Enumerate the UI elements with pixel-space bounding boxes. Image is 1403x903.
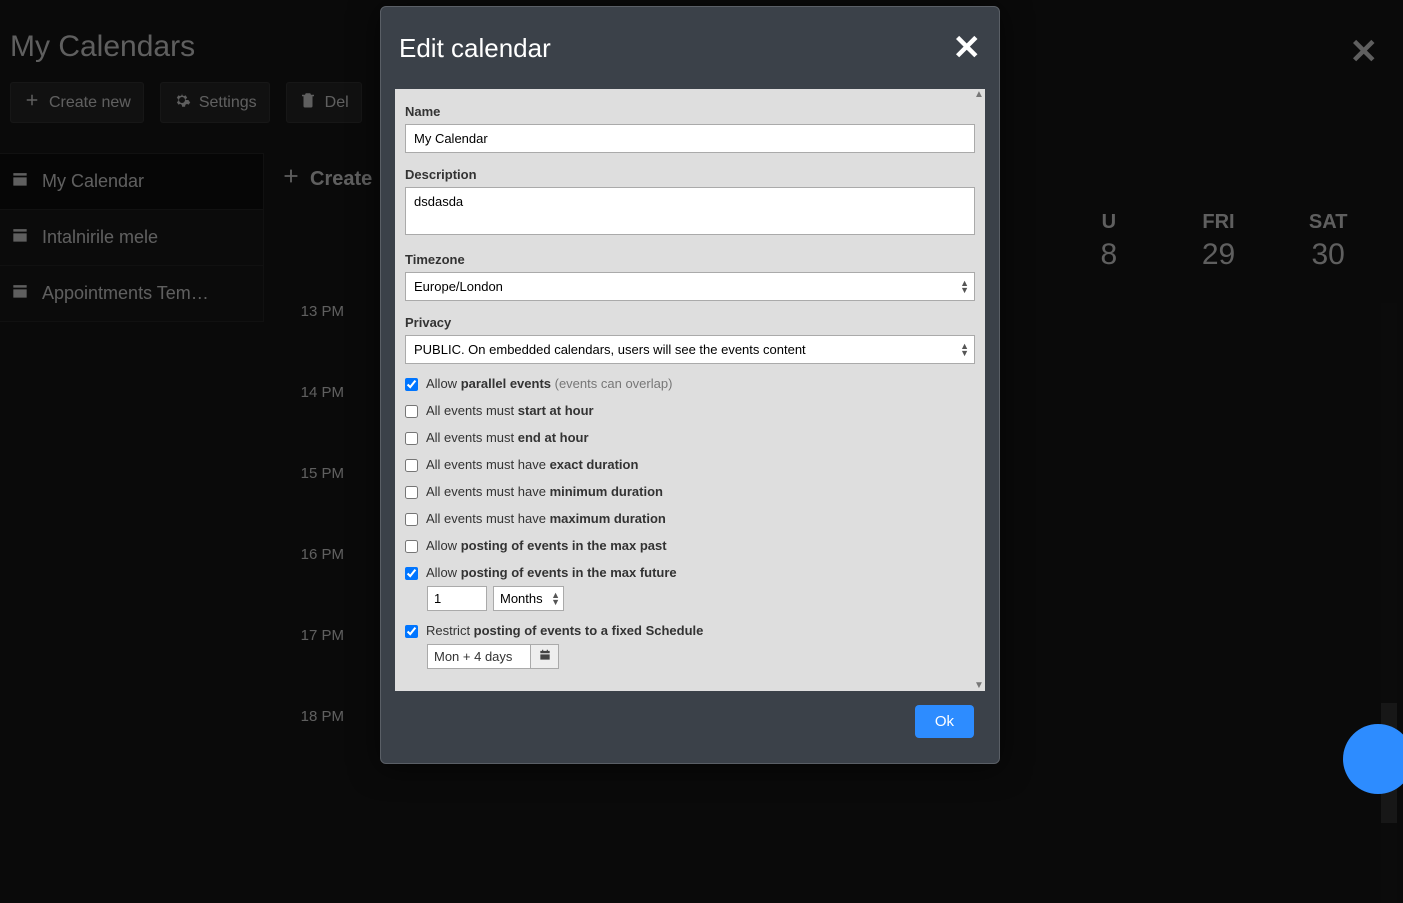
- end-at-hour-row: All events must end at hour: [405, 430, 975, 445]
- end-at-hour-label: All events must end at hour: [426, 430, 589, 445]
- select-caret-icon: ▲▼: [551, 592, 560, 606]
- max-future-row: Allow posting of events in the max futur…: [405, 565, 975, 580]
- max-duration-row: All events must have maximum duration: [405, 511, 975, 526]
- close-icon[interactable]: ✕: [953, 31, 982, 65]
- max-duration-checkbox[interactable]: [405, 513, 418, 526]
- max-past-checkbox[interactable]: [405, 540, 418, 553]
- exact-duration-checkbox[interactable]: [405, 459, 418, 472]
- description-input[interactable]: dsdasda: [405, 187, 975, 235]
- exact-duration-row: All events must have exact duration: [405, 457, 975, 472]
- schedule-calendar-button[interactable]: [530, 645, 558, 668]
- max-future-value-input[interactable]: [427, 586, 487, 611]
- restrict-schedule-label: Restrict posting of events to a fixed Sc…: [426, 623, 703, 638]
- max-duration-label: All events must have maximum duration: [426, 511, 666, 526]
- max-future-label: Allow posting of events in the max futur…: [426, 565, 677, 580]
- privacy-label: Privacy: [405, 315, 975, 330]
- privacy-select[interactable]: PUBLIC. On embedded calendars, users wil…: [405, 335, 975, 364]
- max-past-label: Allow posting of events in the max past: [426, 538, 667, 553]
- restrict-schedule-row: Restrict posting of events to a fixed Sc…: [405, 623, 975, 638]
- restrict-schedule-checkbox[interactable]: [405, 625, 418, 638]
- modal-title: Edit calendar: [399, 33, 551, 64]
- max-past-row: Allow posting of events in the max past: [405, 538, 975, 553]
- ok-button[interactable]: Ok: [915, 705, 974, 738]
- start-at-hour-label: All events must start at hour: [426, 403, 594, 418]
- select-caret-icon: ▲▼: [960, 343, 969, 357]
- edit-calendar-modal: Edit calendar ✕ Name Description dsdasda…: [380, 6, 1000, 764]
- start-at-hour-row: All events must start at hour: [405, 403, 975, 418]
- name-input[interactable]: [405, 124, 975, 153]
- parallel-events-checkbox[interactable]: [405, 378, 418, 391]
- modal-header: Edit calendar ✕: [381, 7, 999, 89]
- modal-body-wrap: Name Description dsdasda Timezone Europe…: [395, 89, 985, 691]
- description-label: Description: [405, 167, 975, 182]
- exact-duration-label: All events must have exact duration: [426, 457, 638, 472]
- min-duration-row: All events must have minimum duration: [405, 484, 975, 499]
- schedule-text: Mon + 4 days: [428, 645, 530, 668]
- parallel-events-label: Allow parallel events (events can overla…: [426, 376, 672, 391]
- name-label: Name: [405, 104, 975, 119]
- min-duration-label: All events must have minimum duration: [426, 484, 663, 499]
- max-future-sub: Months ▲▼: [427, 586, 975, 611]
- max-future-checkbox[interactable]: [405, 567, 418, 580]
- modal-overlay: Edit calendar ✕ Name Description dsdasda…: [0, 0, 1403, 784]
- modal-body[interactable]: Name Description dsdasda Timezone Europe…: [395, 89, 985, 691]
- select-caret-icon: ▲▼: [960, 280, 969, 294]
- schedule-sub: Mon + 4 days: [427, 644, 559, 669]
- timezone-label: Timezone: [405, 252, 975, 267]
- calendar-icon: [538, 648, 552, 665]
- min-duration-checkbox[interactable]: [405, 486, 418, 499]
- parallel-events-row: Allow parallel events (events can overla…: [405, 376, 975, 391]
- modal-footer: Ok: [381, 705, 999, 763]
- start-at-hour-checkbox[interactable]: [405, 405, 418, 418]
- timezone-select[interactable]: Europe/London: [405, 272, 975, 301]
- end-at-hour-checkbox[interactable]: [405, 432, 418, 445]
